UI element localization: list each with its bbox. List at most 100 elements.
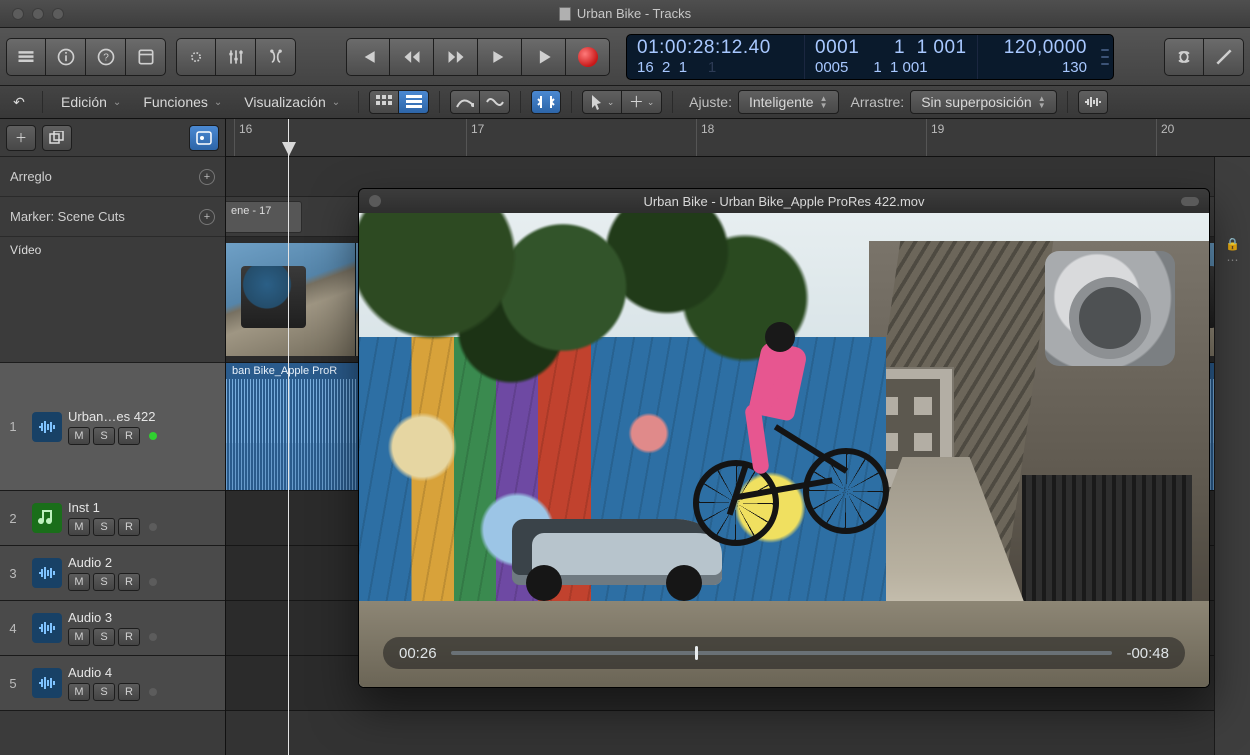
window-titlebar: Urban Bike - Tracks bbox=[0, 0, 1250, 28]
record-button[interactable] bbox=[566, 38, 610, 76]
record-enable-button[interactable]: R bbox=[118, 683, 140, 701]
marker-region[interactable]: ene - 17 bbox=[226, 201, 302, 233]
ajuste-label: Ajuste: bbox=[689, 94, 732, 110]
rewind-button[interactable] bbox=[390, 38, 434, 76]
view-grid-button[interactable] bbox=[369, 90, 399, 114]
chevron-down-icon: ⌄ bbox=[332, 97, 340, 108]
audio-track-icon bbox=[32, 668, 62, 698]
mute-button[interactable]: M bbox=[68, 573, 90, 591]
playhead[interactable] bbox=[288, 119, 289, 755]
menu-edicion-label: Edición bbox=[61, 94, 107, 110]
pencil-tool-button[interactable]: ＋⌄ bbox=[622, 90, 662, 114]
add-track-button[interactable]: ＋ bbox=[6, 125, 36, 151]
video-scrubber[interactable]: 00:26 -00:48 bbox=[383, 637, 1185, 669]
solo-button[interactable]: S bbox=[93, 573, 115, 591]
library-button[interactable] bbox=[6, 38, 46, 76]
track-header-2[interactable]: 2 Inst 1 M S R bbox=[0, 491, 225, 546]
ruler-tick: 19 bbox=[926, 119, 944, 156]
automation-curve-button[interactable] bbox=[450, 90, 480, 114]
scrub-track[interactable] bbox=[451, 651, 1113, 655]
solo-button[interactable]: S bbox=[93, 628, 115, 646]
solo-button[interactable]: S bbox=[93, 427, 115, 445]
help-button[interactable]: ? bbox=[86, 38, 126, 76]
mute-button[interactable]: M bbox=[68, 518, 90, 536]
catch-playhead-button[interactable] bbox=[531, 90, 561, 114]
ajuste-select[interactable]: Inteligente▲▼ bbox=[738, 90, 839, 114]
video-canvas: 00:26 -00:48 bbox=[359, 213, 1209, 687]
record-enable-button[interactable]: R bbox=[118, 628, 140, 646]
video-window-handle[interactable] bbox=[1181, 197, 1199, 206]
input-monitor-dot bbox=[149, 523, 157, 531]
record-enable-button[interactable]: R bbox=[118, 427, 140, 445]
tools-right-button[interactable] bbox=[1204, 38, 1244, 76]
timeline-ruler[interactable]: 16 17 18 19 20 bbox=[226, 119, 1250, 157]
track-name: Inst 1 bbox=[68, 500, 225, 515]
track-header-3[interactable]: 3 Audio 2 M S R bbox=[0, 546, 225, 601]
ruler-tick: 18 bbox=[696, 119, 714, 156]
mute-button[interactable]: M bbox=[68, 683, 90, 701]
flex-button[interactable] bbox=[480, 90, 510, 114]
menu-funciones[interactable]: Funciones⌄ bbox=[135, 90, 230, 114]
track-header-1[interactable]: 1 Urban…es 422 M S R bbox=[0, 363, 225, 491]
go-to-start-button[interactable] bbox=[346, 38, 390, 76]
marker-label: Marker: Scene Cuts bbox=[10, 209, 125, 224]
play-button[interactable] bbox=[522, 38, 566, 76]
sidebar-arreglo[interactable]: Arreglo + bbox=[0, 157, 225, 197]
smart-controls-button[interactable] bbox=[176, 38, 216, 76]
waveform-zoom-button[interactable] bbox=[1078, 90, 1108, 114]
editors-button[interactable] bbox=[256, 38, 296, 76]
menu-visualizacion-label: Visualización bbox=[244, 94, 325, 110]
duplicate-track-button[interactable] bbox=[42, 125, 72, 151]
video-preview-window[interactable]: Urban Bike - Urban Bike_Apple ProRes 422… bbox=[358, 188, 1210, 688]
forward-button[interactable] bbox=[434, 38, 478, 76]
lcd-display[interactable]: 01:00:28:12.40 16 2 1 1 0001 1 1 001 000… bbox=[626, 34, 1114, 80]
back-arrow-icon[interactable]: ↶ bbox=[6, 94, 32, 111]
mute-button[interactable]: M bbox=[68, 628, 90, 646]
menu-visualizacion[interactable]: Visualización ⌄ bbox=[236, 90, 348, 114]
video-window-title: Urban Bike - Urban Bike_Apple ProRes 422… bbox=[643, 194, 924, 209]
video-window-titlebar[interactable]: Urban Bike - Urban Bike_Apple ProRes 422… bbox=[359, 189, 1209, 213]
document-icon bbox=[559, 7, 571, 21]
sidebar-video[interactable]: Vídeo bbox=[0, 237, 225, 363]
record-enable-button[interactable]: R bbox=[118, 573, 140, 591]
go-to-end-button[interactable] bbox=[478, 38, 522, 76]
arrastre-label: Arrastre: bbox=[851, 94, 905, 110]
arrastre-select[interactable]: Sin superposición▲▼ bbox=[910, 90, 1056, 114]
lock-strip: 🔒 ⋯ bbox=[1214, 157, 1250, 755]
cycle-button[interactable] bbox=[1164, 38, 1204, 76]
updown-icon: ▲▼ bbox=[1038, 95, 1046, 109]
record-enable-button[interactable]: R bbox=[118, 518, 140, 536]
solo-button[interactable]: S bbox=[93, 518, 115, 536]
audio-track-icon bbox=[32, 613, 62, 643]
menu-edicion[interactable]: Edición⌄ bbox=[53, 90, 129, 114]
lcd-bars-dim1: 0001 1 1 001 bbox=[815, 37, 967, 59]
input-monitor-dot bbox=[149, 633, 157, 641]
toolbar-toggle-button[interactable] bbox=[126, 38, 166, 76]
mixer-button[interactable] bbox=[216, 38, 256, 76]
plus-icon[interactable]: + bbox=[199, 169, 215, 185]
sidebar-marker[interactable]: Marker: Scene Cuts + bbox=[0, 197, 225, 237]
chevron-down-icon: ⌄ bbox=[214, 97, 222, 108]
ruler-tick: 20 bbox=[1156, 119, 1174, 156]
lcd-menu-icon[interactable] bbox=[1097, 35, 1113, 79]
video-close-button[interactable] bbox=[369, 195, 381, 207]
track-header-column: ＋ Arreglo + Marker: Scene Cuts + Vídeo 1… bbox=[0, 119, 226, 755]
track-header-5[interactable]: 5 Audio 4 M S R bbox=[0, 656, 225, 711]
video-label: Vídeo bbox=[10, 243, 41, 257]
lcd-tempo-bot: 130 bbox=[1062, 59, 1087, 76]
global-tracks-button[interactable] bbox=[189, 125, 219, 151]
solo-button[interactable]: S bbox=[93, 683, 115, 701]
scene-car bbox=[512, 519, 722, 585]
lock-icon[interactable]: 🔒 bbox=[1215, 237, 1250, 251]
playhead-knob-icon[interactable] bbox=[281, 141, 297, 157]
pointer-tool-button[interactable]: ⌄ bbox=[582, 90, 622, 114]
audio-track-icon bbox=[32, 412, 62, 442]
scene-vent bbox=[1045, 251, 1175, 366]
arreglo-label: Arreglo bbox=[10, 169, 52, 184]
scrub-position[interactable] bbox=[695, 646, 698, 660]
view-list-button[interactable] bbox=[399, 90, 429, 114]
track-header-4[interactable]: 4 Audio 3 M S R bbox=[0, 601, 225, 656]
mute-button[interactable]: M bbox=[68, 427, 90, 445]
info-button[interactable] bbox=[46, 38, 86, 76]
plus-icon[interactable]: + bbox=[199, 209, 215, 225]
